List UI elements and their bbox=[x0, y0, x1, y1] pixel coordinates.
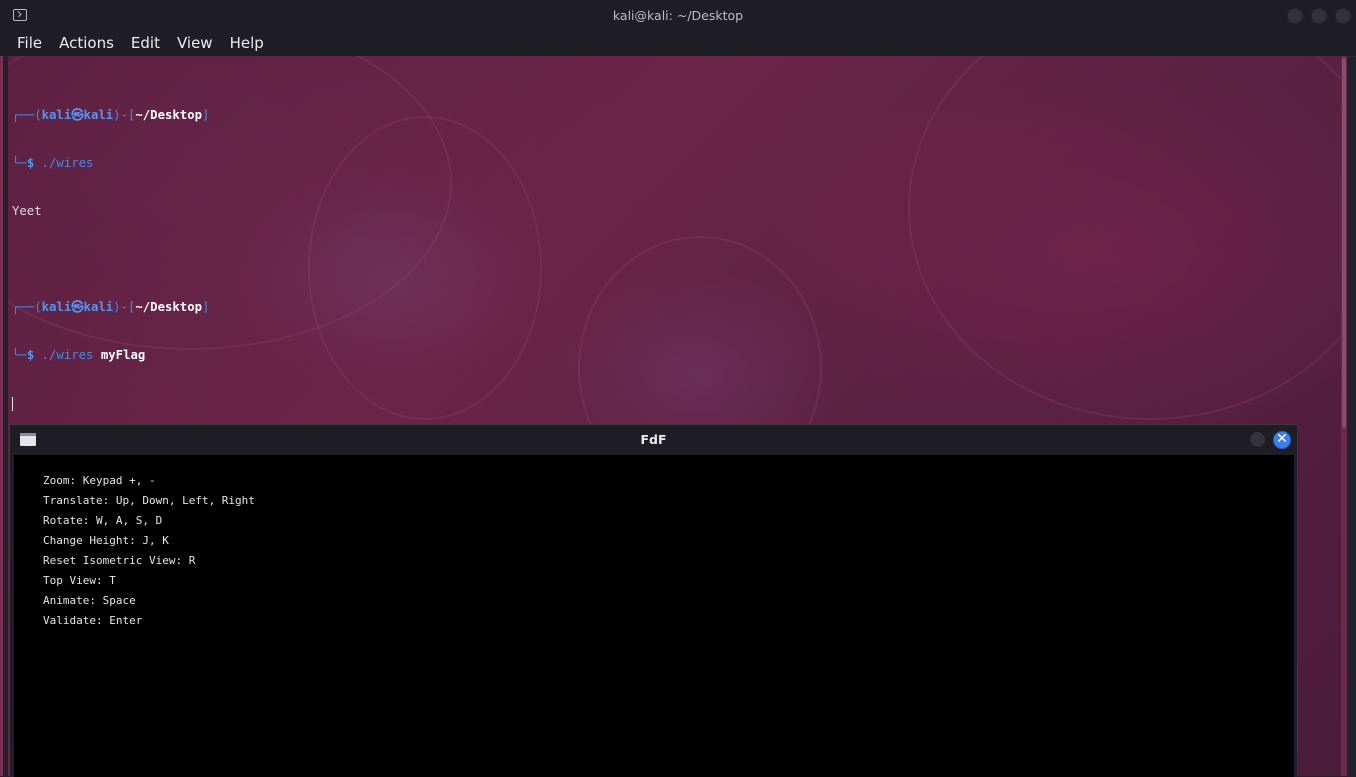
window-edge bbox=[0, 56, 3, 776]
prompt-line: ┌──(kali㉿kali)-[~/Desktop] bbox=[12, 299, 209, 315]
help-height: Change Height: J, K bbox=[43, 534, 169, 547]
prompt-frame: ] bbox=[202, 300, 210, 314]
prompt-dollar: $ bbox=[26, 348, 35, 362]
menu-view[interactable]: View bbox=[170, 32, 220, 54]
command-text: ./wires bbox=[41, 348, 94, 362]
help-animate: Animate: Space bbox=[43, 594, 136, 607]
text-cursor bbox=[12, 396, 13, 411]
menu-help[interactable]: Help bbox=[223, 32, 271, 54]
scrollbar-thumb[interactable] bbox=[1342, 58, 1346, 428]
prompt-dollar: $ bbox=[26, 156, 35, 170]
help-validate: Validate: Enter bbox=[43, 614, 143, 627]
command-argument: myFlag bbox=[100, 348, 146, 362]
help-reset: Reset Isometric View: R bbox=[43, 554, 196, 567]
controls-help: Zoom: Keypad +, - Translate: Up, Down, L… bbox=[43, 471, 255, 631]
prompt-frame: )-[ bbox=[113, 300, 136, 314]
help-translate: Translate: Up, Down, Left, Right bbox=[43, 494, 255, 507]
help-rotate: Rotate: W, A, S, D bbox=[43, 514, 163, 527]
minimize-button[interactable] bbox=[1287, 8, 1303, 24]
cursor-line bbox=[12, 395, 209, 411]
prompt-frame: └─ bbox=[12, 156, 27, 170]
fdf-minimize-button[interactable] bbox=[1249, 431, 1266, 448]
prompt-frame: )-[ bbox=[113, 108, 136, 122]
terminal-title: kali@kali: ~/Desktop bbox=[612, 8, 744, 23]
prompt-frame: └─ bbox=[12, 348, 27, 362]
fdf-canvas[interactable]: Zoom: Keypad +, - Translate: Up, Down, L… bbox=[14, 455, 1294, 777]
command-line: └─$ ./wires bbox=[12, 155, 209, 171]
fdf-title: FdF bbox=[640, 432, 667, 447]
menu-edit[interactable]: Edit bbox=[124, 32, 167, 54]
output-line: Yeet bbox=[12, 204, 42, 218]
prompt-user: kali㉿kali bbox=[41, 300, 114, 314]
help-top-view: Top View: T bbox=[43, 574, 116, 587]
prompt-user: kali㉿kali bbox=[41, 108, 114, 122]
terminal-titlebar[interactable]: kali@kali: ~/Desktop bbox=[0, 0, 1356, 32]
terminal-menubar: File Actions Edit View Help bbox=[0, 32, 1356, 57]
prompt-line: ┌──(kali㉿kali)-[~/Desktop] bbox=[12, 107, 209, 123]
fdf-window[interactable]: FdF ✕ Zoom: Keypad +, - Translate: Up, D… bbox=[9, 424, 1298, 777]
prompt-frame: ] bbox=[202, 108, 210, 122]
prompt-frame: ┌──( bbox=[12, 300, 42, 314]
maximize-button[interactable] bbox=[1311, 8, 1327, 24]
prompt-frame: ┌──( bbox=[12, 108, 42, 122]
prompt-path: ~/Desktop bbox=[135, 300, 203, 314]
command-text: ./wires bbox=[41, 156, 94, 170]
background-art bbox=[908, 56, 1341, 420]
command-line: └─$ ./wires myFlag bbox=[12, 347, 209, 363]
menu-actions[interactable]: Actions bbox=[52, 32, 121, 54]
close-button[interactable] bbox=[1335, 8, 1351, 24]
prompt-path: ~/Desktop bbox=[135, 108, 203, 122]
terminal-output[interactable]: ┌──(kali㉿kali)-[~/Desktop] └─$ ./wires Y… bbox=[12, 75, 209, 443]
help-zoom: Zoom: Keypad +, - bbox=[43, 474, 156, 487]
fdf-close-button[interactable]: ✕ bbox=[1273, 431, 1291, 449]
fdf-titlebar[interactable]: FdF ✕ bbox=[10, 425, 1297, 454]
menu-file[interactable]: File bbox=[10, 32, 49, 54]
